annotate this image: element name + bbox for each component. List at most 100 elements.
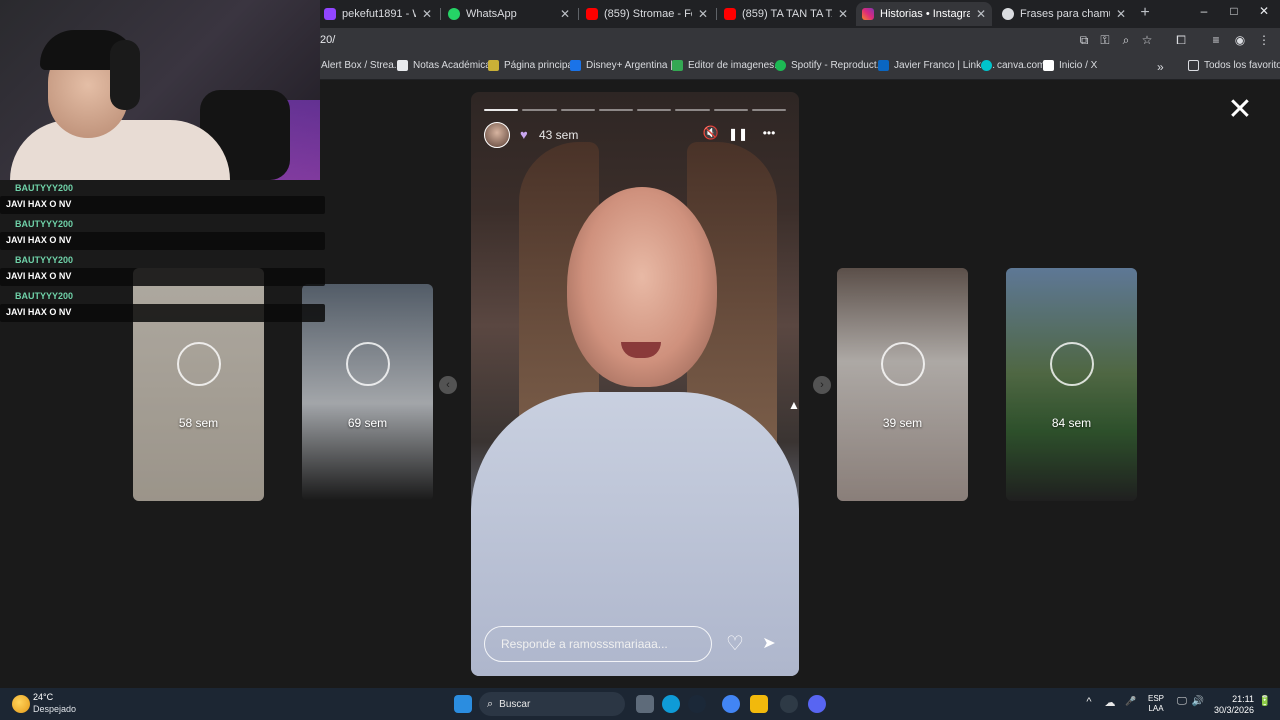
taskbar-clock[interactable]: 21:11 30/3/2026 — [1208, 694, 1254, 716]
tab-close-icon[interactable]: ✕ — [838, 7, 848, 21]
tray-overflow-icon[interactable]: ^ — [1082, 696, 1096, 708]
start-button-icon[interactable] — [454, 695, 472, 713]
weather-sun-icon[interactable] — [12, 695, 30, 713]
steam-icon[interactable] — [688, 695, 706, 713]
previous-story-button[interactable]: ‹ — [439, 376, 457, 394]
tab-label: Frases para chamuyar — [1020, 8, 1110, 20]
bookmark-item[interactable]: Notas Académicas — [397, 60, 496, 71]
bookmarks-overflow-button[interactable]: » — [1157, 60, 1164, 74]
microphone-icon[interactable]: 🎤 — [1124, 696, 1138, 707]
spotify-icon — [775, 60, 786, 71]
story-preview-stadium[interactable]: 84 sem — [1006, 268, 1137, 501]
chat-message: BAUTYYY200 JAVI HAX O NV — [0, 290, 325, 324]
youtube-icon — [586, 8, 598, 20]
media-control-icon[interactable]: ≡ — [1208, 33, 1224, 47]
progress-segment — [713, 109, 748, 111]
tab-stream[interactable]: pekefut1891 - Watch the ✕ — [318, 2, 438, 26]
star-icon[interactable]: ☆ — [1139, 33, 1155, 47]
tab-close-icon[interactable]: ✕ — [976, 7, 986, 21]
story-avatar-ring — [881, 342, 925, 386]
close-window-button[interactable]: ✕ — [1256, 4, 1272, 18]
tab-instagram[interactable]: Historias • Instagram ✕ — [856, 2, 992, 26]
more-options-icon[interactable]: ••• — [754, 126, 784, 140]
tab-close-icon[interactable]: ✕ — [698, 7, 708, 21]
network-icon[interactable]: 🖵 — [1175, 696, 1189, 707]
youtube-icon — [724, 8, 736, 20]
bookmark-label: Página principal — [504, 60, 576, 71]
story-age: 58 sem — [178, 416, 219, 430]
all-favorites-button[interactable]: Todos los favoritos — [1188, 60, 1280, 71]
story-age: 39 sem — [882, 416, 923, 430]
extensions-icon[interactable]: ⧠ — [1173, 33, 1189, 48]
password-key-icon[interactable]: ⚿ — [1097, 33, 1113, 48]
canva-icon — [981, 60, 992, 71]
close-stories-button[interactable]: ✕ — [1226, 95, 1254, 125]
tab-youtube-tatan[interactable]: (859) TA TAN TA TAN FAB ✕ — [718, 2, 854, 26]
volume-icon[interactable]: 🔊 — [1191, 696, 1205, 707]
minimize-button[interactable]: – — [1196, 4, 1212, 18]
bookmark-label: Spotify - Reproduct... — [791, 60, 885, 71]
progress-segment — [598, 109, 633, 111]
close-friends-heart-icon: ♥ — [520, 127, 528, 142]
task-view-icon[interactable] — [636, 695, 654, 713]
active-story[interactable]: ♥ 43 sem 🔇 ❚❚ ••• ♡ ➤ — [471, 92, 799, 676]
tab-close-icon[interactable]: ✕ — [1116, 7, 1126, 21]
reply-input[interactable] — [484, 626, 712, 662]
url-text[interactable]: 20/ — [320, 34, 335, 46]
bookmark-item[interactable]: Alert Box / Strea... — [321, 60, 402, 71]
tab-label: (859) Stromae - Formidab — [604, 8, 692, 20]
progress-segment — [637, 109, 672, 111]
linkedin-icon — [878, 60, 889, 71]
chat-text: JAVI HAX O NV — [0, 268, 325, 286]
disney-icon — [570, 60, 581, 71]
weather-condition[interactable]: Despejado — [33, 704, 76, 714]
tab-close-icon[interactable]: ✕ — [560, 7, 570, 21]
cast-icon[interactable]: ⧉ — [1076, 33, 1092, 48]
clock-time: 21:11 — [1232, 694, 1254, 704]
tab-frases[interactable]: Frases para chamuyar ✕ — [996, 2, 1132, 26]
obs-icon[interactable] — [780, 695, 798, 713]
edge-icon[interactable] — [662, 695, 680, 713]
zoom-icon[interactable]: ⌕ — [1118, 33, 1134, 48]
bookmark-item[interactable]: canva.com — [981, 60, 1045, 71]
new-tab-button[interactable]: + — [1136, 4, 1154, 22]
next-story-button[interactable]: › — [813, 376, 831, 394]
tab-label: (859) TA TAN TA TAN FAB — [742, 8, 832, 20]
bookmark-item[interactable]: Editor de imagenes... — [672, 60, 783, 71]
tab-youtube-stromae[interactable]: (859) Stromae - Formidab ✕ — [580, 2, 714, 26]
language-indicator[interactable]: ESP LAA — [1148, 694, 1164, 714]
bookmark-item[interactable]: Javier Franco | Linke... — [878, 60, 995, 71]
home-icon — [488, 60, 499, 71]
taskbar-search[interactable]: ⌕ Buscar — [479, 692, 625, 716]
story-avatar-ring — [346, 342, 390, 386]
author-avatar[interactable] — [484, 122, 510, 148]
tab-label: pekefut1891 - Watch the — [342, 8, 416, 20]
chat-text: JAVI HAX O NV — [0, 304, 325, 322]
weather-temperature[interactable]: 24°C — [33, 692, 53, 702]
bookmark-item[interactable]: Spotify - Reproduct... — [775, 60, 885, 71]
bookmark-item[interactable]: Inicio / X — [1043, 60, 1097, 71]
bookmark-item[interactable]: Página principal — [488, 60, 575, 71]
file-explorer-icon[interactable] — [750, 695, 768, 713]
maximize-button[interactable]: □ — [1226, 4, 1242, 18]
menu-icon[interactable]: ⋮ — [1256, 33, 1272, 47]
tab-separator — [440, 8, 441, 20]
tab-whatsapp[interactable]: WhatsApp ✕ — [442, 2, 576, 26]
pause-icon[interactable]: ❚❚ — [727, 127, 749, 141]
tab-close-icon[interactable]: ✕ — [422, 7, 432, 21]
bookmark-item[interactable]: Disney+ Argentina |... — [570, 60, 681, 71]
chrome-icon[interactable] — [722, 695, 740, 713]
discord-icon[interactable] — [808, 695, 826, 713]
story-preview-dog[interactable]: 39 sem — [837, 268, 968, 501]
story-avatar-ring — [177, 342, 221, 386]
mute-icon[interactable]: 🔇 — [700, 125, 722, 141]
send-icon[interactable]: ➤ — [757, 633, 781, 655]
onedrive-icon[interactable]: ☁ — [1103, 696, 1117, 709]
chat-username: BAUTYYY200 — [10, 218, 79, 232]
notification-icon[interactable]: 🔋 — [1258, 696, 1272, 707]
chat-text: JAVI HAX O NV — [0, 232, 325, 250]
bookmark-label: Disney+ Argentina |... — [586, 60, 682, 71]
profile-icon[interactable]: ◉ — [1232, 33, 1248, 47]
bookmark-label: Alert Box / Strea... — [321, 60, 403, 71]
like-heart-icon[interactable]: ♡ — [723, 633, 747, 655]
